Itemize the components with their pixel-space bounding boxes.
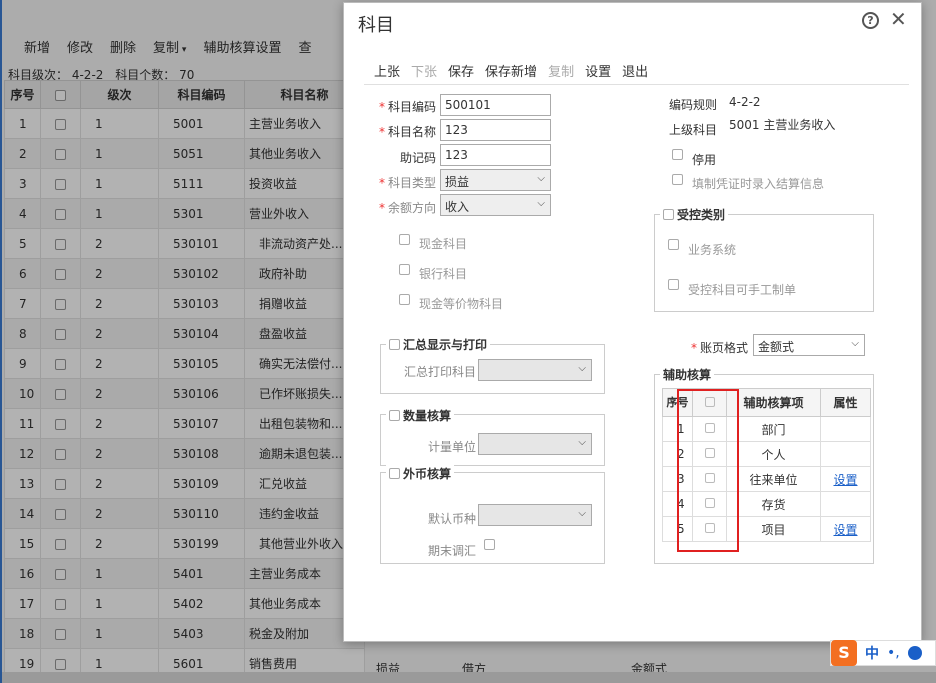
save-button[interactable]: 保存 bbox=[448, 61, 474, 80]
aux-row-item: 存货 bbox=[726, 491, 821, 517]
cash-label: 现金科目 bbox=[419, 237, 468, 251]
ime-toolbar: S 中 •, bbox=[830, 640, 936, 666]
page-format-select[interactable]: 金额式 ⌵ bbox=[753, 334, 865, 356]
chevron-down-icon: ⌵ bbox=[578, 508, 586, 519]
help-icon[interactable]: ? bbox=[862, 12, 879, 29]
sogou-logo-icon[interactable]: S bbox=[831, 640, 857, 666]
chevron-down-icon: ⌵ bbox=[578, 437, 586, 448]
disable-label: 停用 bbox=[692, 153, 717, 167]
quantity-checkbox[interactable] bbox=[389, 410, 400, 421]
ime-punct[interactable]: •, bbox=[887, 645, 900, 661]
chevron-down-icon: ⌵ bbox=[537, 198, 545, 209]
dialog-copy-button[interactable]: 复制 bbox=[548, 61, 574, 80]
chevron-down-icon: ⌵ bbox=[578, 363, 586, 374]
aux-row-item: 项目 bbox=[726, 516, 821, 542]
currency-select[interactable]: ⌵ bbox=[478, 504, 592, 526]
rule-label: 编码规则 bbox=[669, 98, 718, 112]
summary-checkbox[interactable] bbox=[389, 339, 400, 350]
direction-value: 收入 bbox=[445, 200, 470, 214]
foreign-legend: 外币核算 bbox=[386, 465, 455, 482]
aux-row-item: 个人 bbox=[726, 441, 821, 467]
parent-label: 上级科目 bbox=[669, 123, 718, 137]
direction-label: * 余额方向 bbox=[378, 201, 436, 215]
foreign-checkbox[interactable] bbox=[389, 468, 400, 479]
aux-row-item: 往来单位 bbox=[726, 466, 821, 492]
biz-system-checkbox[interactable] bbox=[668, 239, 679, 250]
aux-row-attr bbox=[820, 491, 871, 517]
exit-button[interactable]: 退出 bbox=[622, 61, 648, 80]
type-value: 损益 bbox=[445, 175, 470, 189]
summary-legend: 汇总显示与打印 bbox=[386, 336, 491, 353]
account-dialog: 科目 ? ✕ 上张 下张 保存 保存新增 复制 设置 退出 * 科目编码 5001… bbox=[343, 2, 922, 642]
type-label: * 科目类型 bbox=[378, 176, 436, 190]
cash-eq-checkbox[interactable] bbox=[399, 294, 410, 305]
emoji-icon[interactable] bbox=[907, 646, 922, 660]
summary-print-label: 汇总打印科目 bbox=[403, 365, 476, 379]
aux-col-attr: 属性 bbox=[820, 388, 871, 417]
highlight-box bbox=[677, 389, 739, 552]
aux-row-attr[interactable]: 设置 bbox=[820, 466, 871, 492]
settle-label: 填制凭证时录入结算信息 bbox=[692, 177, 825, 191]
ime-mode[interactable]: 中 bbox=[865, 643, 879, 663]
dialog-toolbar: 上张 下张 保存 保存新增 复制 设置 退出 bbox=[374, 61, 659, 80]
currency-label: 默认币种 bbox=[427, 512, 476, 526]
chevron-down-icon: ⌵ bbox=[851, 338, 859, 349]
aux-row-attr bbox=[820, 441, 871, 467]
dialog-title: 科目 bbox=[358, 15, 394, 36]
aux-row-attr bbox=[820, 416, 871, 442]
aux-col-item: 辅助核算项 bbox=[726, 388, 821, 417]
rule-value: 4-2-2 bbox=[729, 95, 761, 109]
controlled-checkbox[interactable] bbox=[663, 209, 674, 220]
unit-label: 计量单位 bbox=[427, 440, 476, 454]
aux-settings-link[interactable]: 设置 bbox=[833, 473, 857, 487]
unit-select[interactable]: ⌵ bbox=[478, 433, 592, 455]
aux-row-attr[interactable]: 设置 bbox=[820, 516, 871, 542]
mnemonic-label: 助记码 bbox=[399, 151, 436, 165]
adjust-label: 期末调汇 bbox=[427, 544, 476, 558]
aux-row-item: 部门 bbox=[726, 416, 821, 442]
mnemonic-input[interactable]: 123 bbox=[440, 144, 551, 166]
code-label: * 科目编码 bbox=[378, 100, 436, 114]
close-icon[interactable]: ✕ bbox=[890, 7, 907, 31]
manual-checkbox[interactable] bbox=[668, 279, 679, 290]
chevron-down-icon: ⌵ bbox=[537, 173, 545, 184]
bank-label: 银行科目 bbox=[419, 267, 468, 281]
page-format-label: * 账页格式 bbox=[690, 341, 748, 355]
bank-checkbox[interactable] bbox=[399, 264, 410, 275]
prev-button[interactable]: 上张 bbox=[374, 61, 400, 80]
quantity-legend: 数量核算 bbox=[386, 407, 455, 424]
controlled-legend: 受控类别 bbox=[660, 206, 729, 223]
next-button[interactable]: 下张 bbox=[411, 61, 437, 80]
aux-settings-link[interactable]: 设置 bbox=[833, 523, 857, 537]
type-select[interactable]: 损益 ⌵ bbox=[440, 169, 551, 191]
name-label: * 科目名称 bbox=[378, 125, 436, 139]
cash-eq-label: 现金等价物科目 bbox=[419, 297, 504, 311]
cash-checkbox[interactable] bbox=[399, 234, 410, 245]
settle-checkbox[interactable] bbox=[672, 174, 683, 185]
settings-button[interactable]: 设置 bbox=[585, 61, 611, 80]
page-format-value: 金额式 bbox=[758, 340, 795, 354]
summary-print-select[interactable]: ⌵ bbox=[478, 359, 592, 381]
save-new-button[interactable]: 保存新增 bbox=[485, 61, 537, 80]
direction-select[interactable]: 收入 ⌵ bbox=[440, 194, 551, 216]
adjust-checkbox[interactable] bbox=[484, 539, 495, 550]
disable-checkbox[interactable] bbox=[672, 149, 683, 160]
parent-value: 5001 主营业务收入 bbox=[729, 118, 836, 132]
biz-system-label: 业务系统 bbox=[688, 243, 737, 257]
toolbar-divider bbox=[364, 84, 909, 85]
aux-legend: 辅助核算 bbox=[660, 366, 715, 383]
name-input[interactable]: 123 bbox=[440, 119, 551, 141]
code-input[interactable]: 500101 bbox=[440, 94, 551, 116]
manual-label: 受控科目可手工制单 bbox=[688, 283, 797, 297]
